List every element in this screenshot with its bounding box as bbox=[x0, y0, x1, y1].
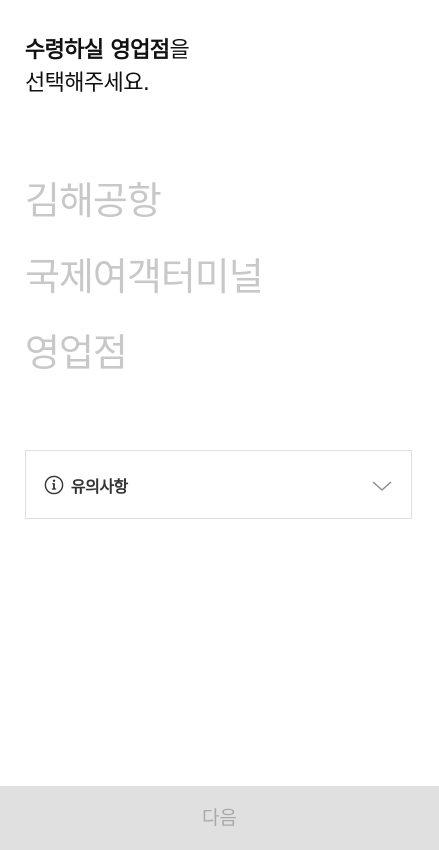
branch-option-list: 김해공항 국제여객터미널 영업점 bbox=[25, 163, 264, 391]
notice-label: 유의사항 bbox=[71, 476, 128, 496]
heading-suffix: 을 bbox=[169, 38, 190, 63]
branch-option-ferry-terminal[interactable]: 국제여객터미널 bbox=[25, 239, 264, 315]
info-icon bbox=[44, 475, 64, 495]
heading-line-2: 선택해주세요. bbox=[25, 71, 150, 96]
page-heading: 수령하실 영업점을 선택해주세요. bbox=[25, 34, 190, 100]
heading-emphasis: 수령하실 영업점 bbox=[25, 38, 170, 63]
heading-line-1: 수령하실 영업점을 bbox=[25, 34, 190, 67]
chevron-down-icon[interactable] bbox=[371, 478, 393, 492]
notice-accordion[interactable]: 유의사항 bbox=[25, 450, 412, 519]
next-button[interactable]: 다음 bbox=[0, 786, 439, 850]
branch-option-gimhae-airport[interactable]: 김해공항 bbox=[25, 163, 263, 239]
branch-option-branch-office[interactable]: 영업점 bbox=[25, 315, 263, 391]
